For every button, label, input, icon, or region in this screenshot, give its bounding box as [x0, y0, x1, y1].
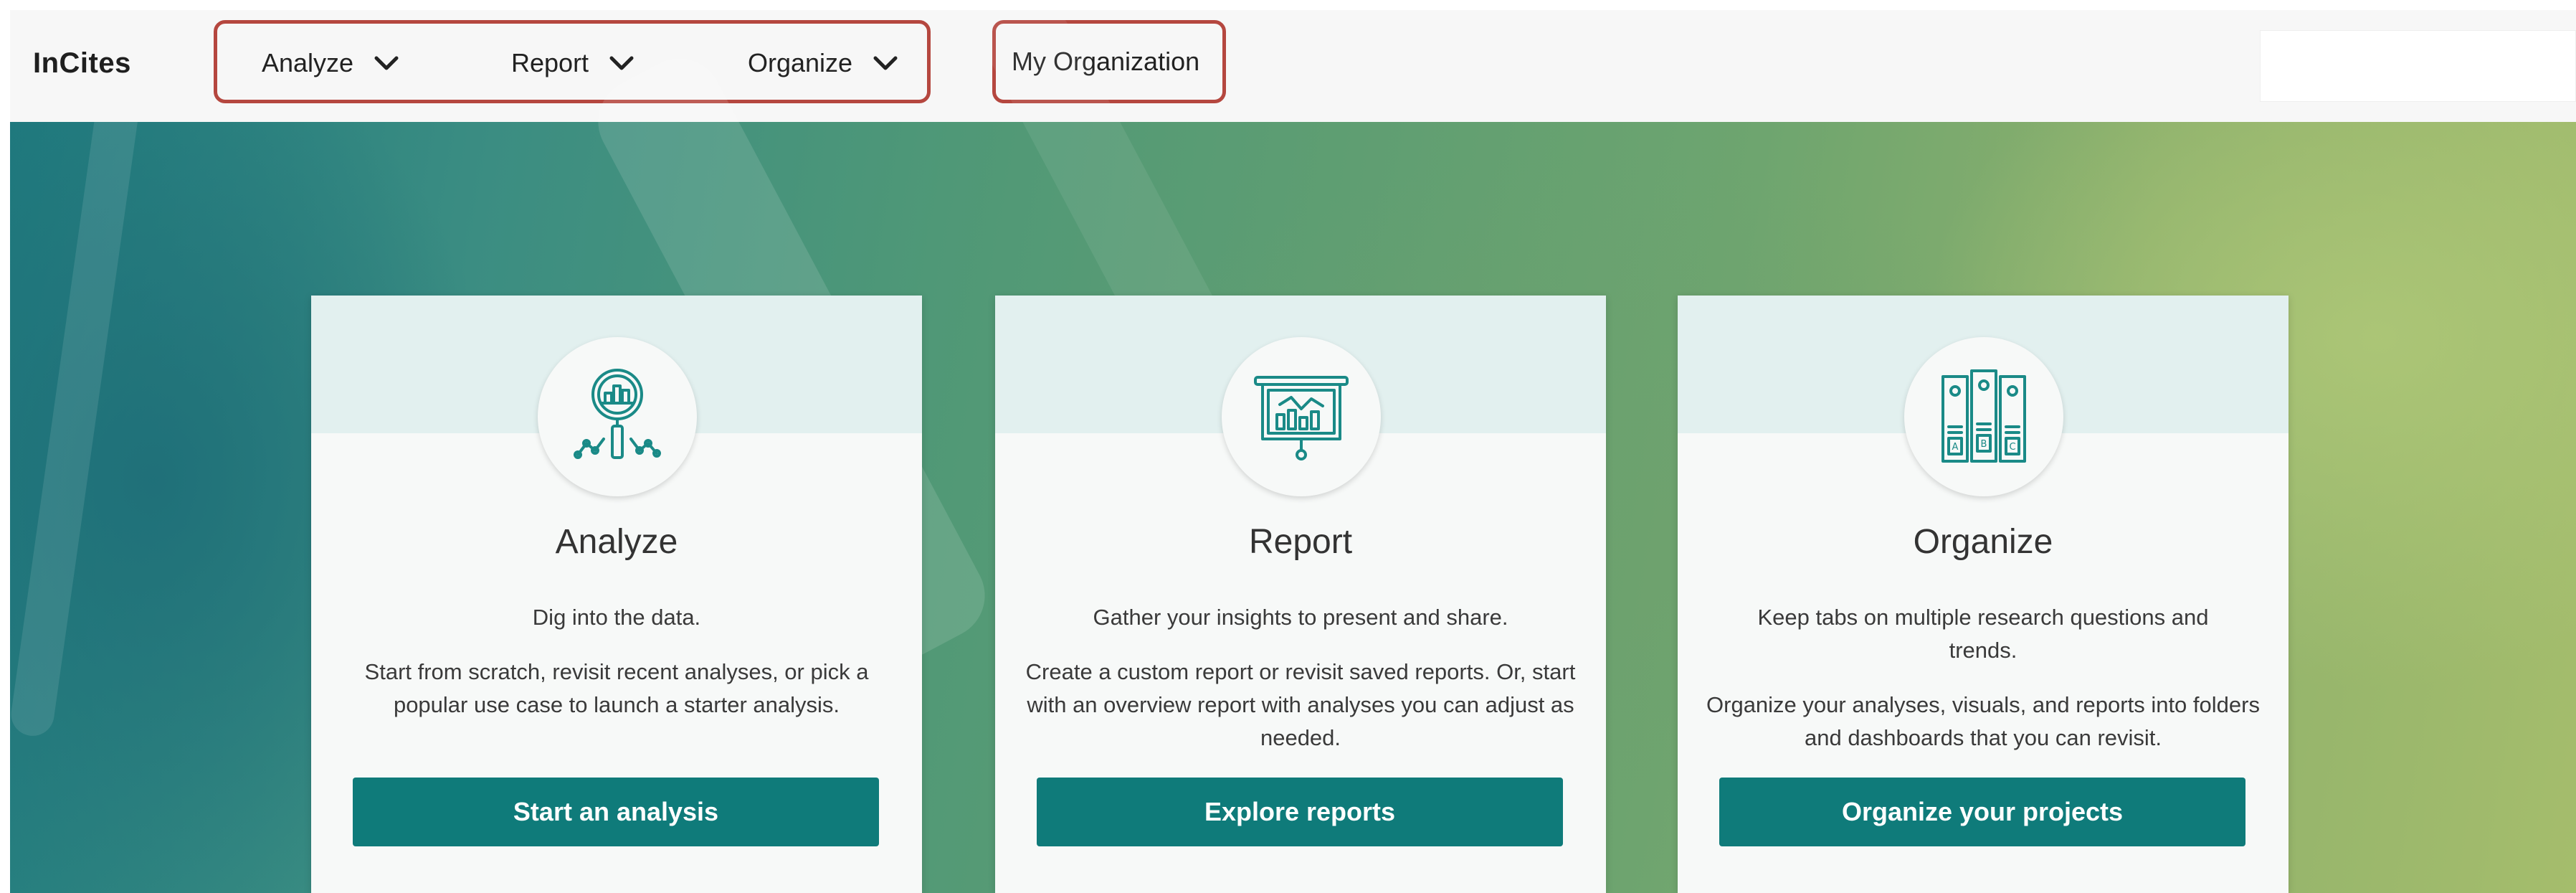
card-title: Report — [1248, 523, 1353, 561]
nav-organize-label: Organize — [748, 48, 853, 77]
explore-reports-button[interactable]: Explore reports — [1037, 778, 1563, 846]
magnifier-chart-icon — [574, 369, 661, 459]
nav-organize-dropdown[interactable]: Organize — [748, 45, 898, 81]
binder-label-c: C — [2009, 442, 2015, 453]
card-subtitle: Dig into the data. — [532, 605, 701, 630]
nav-report-label: Report — [511, 48, 589, 77]
binder-label-a: A — [1952, 442, 1959, 453]
analyze-card: Analyze Dig into the data. Start from sc… — [311, 296, 922, 893]
chevron-down-icon — [873, 56, 898, 70]
card-title: Organize — [1913, 523, 2053, 561]
top-nav-bar: InCites Analyze Report Organize My Organ… — [10, 10, 2576, 122]
binder-label-b: B — [1981, 439, 1987, 450]
chevron-down-icon — [609, 56, 634, 70]
page: InCites Analyze Report Organize My Organ… — [0, 0, 2576, 893]
chevron-down-icon — [374, 56, 399, 70]
card-description: Create a custom report or revisit saved … — [1025, 659, 1576, 750]
organize-projects-button[interactable]: Organize your projects — [1719, 778, 2245, 846]
nav-analyze-label: Analyze — [262, 48, 354, 77]
report-icon-badge — [1222, 337, 1381, 496]
start-analysis-button[interactable]: Start an analysis — [353, 778, 879, 846]
main-nav-group: Analyze Report Organize — [214, 20, 931, 103]
organize-icon-badge: A B C — [1904, 337, 2063, 496]
analyze-icon-badge — [538, 337, 697, 496]
search-input[interactable] — [2260, 30, 2576, 102]
nav-analyze-dropdown[interactable]: Analyze — [262, 45, 399, 81]
brand-logo[interactable]: InCites — [33, 47, 131, 80]
presentation-board-icon — [1254, 376, 1349, 460]
nav-report-dropdown[interactable]: Report — [511, 45, 635, 81]
binders-icon: A B C — [1941, 369, 2026, 463]
hero-light-streak — [8, 93, 141, 739]
report-card: Report Gather your insights to present a… — [995, 296, 1606, 893]
card-description: Organize your analyses, visuals, and rep… — [1706, 692, 2260, 750]
organize-card: A B C Organize Keep tabs on multiple res… — [1678, 296, 2289, 893]
card-subtitle: Gather your insights to present and shar… — [1093, 605, 1508, 630]
card-subtitle: Keep tabs on multiple research questions… — [1757, 605, 2209, 663]
card-title: Analyze — [555, 523, 678, 561]
card-description: Start from scratch, revisit recent analy… — [364, 659, 869, 717]
